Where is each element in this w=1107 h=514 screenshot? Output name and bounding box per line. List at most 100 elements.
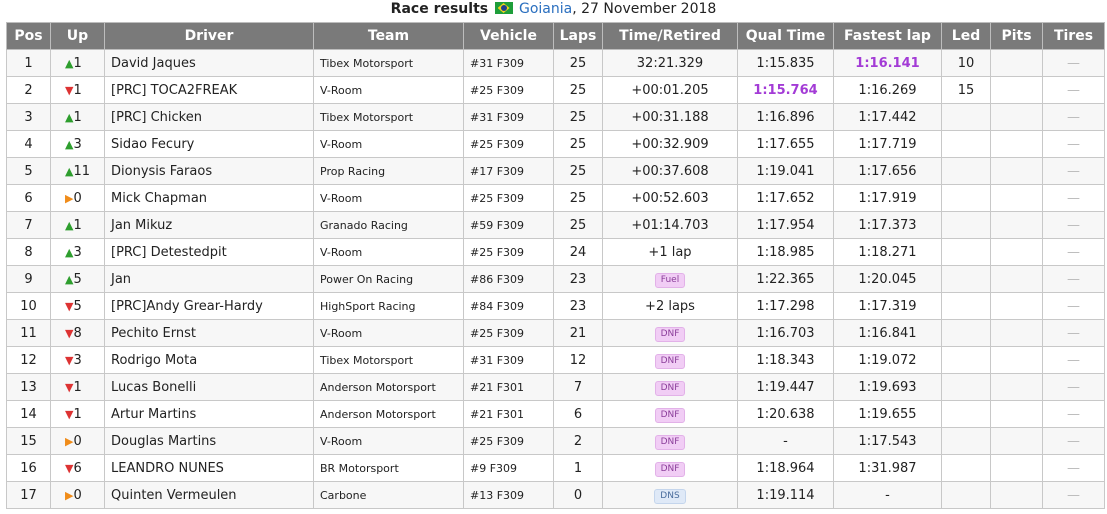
- team-cell[interactable]: V-Room: [313, 427, 464, 455]
- tires-cell: —: [1042, 157, 1105, 185]
- driver-cell[interactable]: [PRC] Chicken: [104, 103, 314, 131]
- team-cell[interactable]: Tibex Motorsport: [313, 103, 464, 131]
- table-row: 14 ▼1 Artur Martins Anderson Motorsport #21 …: [6, 400, 1105, 428]
- team-cell[interactable]: Granado Racing: [313, 211, 464, 239]
- qual-time-cell: 1:17.652: [737, 184, 834, 212]
- position-change-value: 5: [73, 271, 82, 287]
- driver-cell[interactable]: [PRC] Detestedpit: [104, 238, 314, 266]
- time-retired-cell: +00:32.909: [602, 130, 738, 158]
- city-link[interactable]: Goiania: [519, 1, 572, 17]
- position-cell: 1: [6, 49, 51, 77]
- driver-cell[interactable]: Mick Chapman: [104, 184, 314, 212]
- driver-cell[interactable]: Rodrigo Mota: [104, 346, 314, 374]
- qual-time-cell: 1:18.985: [737, 238, 834, 266]
- tires-cell: —: [1042, 184, 1105, 212]
- team-cell[interactable]: V-Room: [313, 238, 464, 266]
- vehicle-cell: #31 F309: [463, 346, 554, 374]
- driver-cell[interactable]: Pechito Ernst: [104, 319, 314, 347]
- driver-cell[interactable]: Douglas Martins: [104, 427, 314, 455]
- pits-cell: [990, 265, 1043, 293]
- header-driver[interactable]: Driver: [104, 22, 314, 50]
- led-cell: 15: [941, 76, 991, 104]
- table-row: 17 ▶0 Quinten Vermeulen Carbone #13 F309 0 DNS…: [6, 481, 1105, 509]
- header-team[interactable]: Team: [313, 22, 464, 50]
- team-cell[interactable]: Prop Racing: [313, 157, 464, 185]
- laps-cell: 23: [553, 292, 603, 320]
- tires-cell: —: [1042, 49, 1105, 77]
- led-cell: [941, 130, 991, 158]
- driver-cell[interactable]: Jan: [104, 265, 314, 293]
- pits-cell: [990, 76, 1043, 104]
- pits-cell: [990, 184, 1043, 212]
- driver-cell[interactable]: Artur Martins: [104, 400, 314, 428]
- position-change-value: 0: [73, 433, 82, 449]
- table-row: 6 ▶0 Mick Chapman V-Room #25 F309 25 +00:52.60…: [6, 184, 1105, 212]
- vehicle-cell: #13 F309: [463, 481, 554, 509]
- header-qual-time[interactable]: Qual Time: [737, 22, 834, 50]
- position-change-cell: ▲1: [50, 211, 105, 239]
- driver-cell[interactable]: Jan Mikuz: [104, 211, 314, 239]
- laps-cell: 25: [553, 211, 603, 239]
- position-cell: 15: [6, 427, 51, 455]
- time-retired-cell: +00:52.603: [602, 184, 738, 212]
- laps-cell: 25: [553, 76, 603, 104]
- team-cell[interactable]: HighSport Racing: [313, 292, 464, 320]
- driver-cell[interactable]: Lucas Bonelli: [104, 373, 314, 401]
- laps-cell: 1: [553, 454, 603, 482]
- position-change-cell: ▶0: [50, 481, 105, 509]
- vehicle-cell: #17 F309: [463, 157, 554, 185]
- team-cell[interactable]: BR Motorsport: [313, 454, 464, 482]
- team-cell[interactable]: Power On Racing: [313, 265, 464, 293]
- fastest-lap-cell: 1:17.919: [833, 184, 942, 212]
- driver-cell[interactable]: David Jaques: [104, 49, 314, 77]
- laps-cell: 25: [553, 130, 603, 158]
- status-badge: Fuel: [654, 272, 686, 288]
- position-cell: 6: [6, 184, 51, 212]
- vehicle-cell: #25 F309: [463, 130, 554, 158]
- pits-cell: [990, 346, 1043, 374]
- team-cell[interactable]: V-Room: [313, 76, 464, 104]
- fastest-lap-cell: 1:16.269: [833, 76, 942, 104]
- vehicle-cell: #25 F309: [463, 76, 554, 104]
- driver-cell[interactable]: LEANDRO NUNES: [104, 454, 314, 482]
- table-row: 9 ▲5 Jan Power On Racing #86 F309 23 Fuel 1:22.…: [6, 265, 1105, 293]
- position-change-value: 3: [73, 136, 82, 152]
- position-change-cell: ▲11: [50, 157, 105, 185]
- header-time-retired[interactable]: Time/Retired: [602, 22, 738, 50]
- driver-cell[interactable]: Quinten Vermeulen: [104, 481, 314, 509]
- header-vehicle[interactable]: Vehicle: [463, 22, 554, 50]
- vehicle-cell: #21 F301: [463, 373, 554, 401]
- position-change-cell: ▼5: [50, 292, 105, 320]
- laps-cell: 25: [553, 157, 603, 185]
- table-row: 11 ▼8 Pechito Ernst V-Room #25 F309 21 DNF 1:16…: [6, 319, 1105, 347]
- laps-cell: 25: [553, 49, 603, 77]
- header-up[interactable]: Up: [50, 22, 105, 50]
- header-laps[interactable]: Laps: [553, 22, 603, 50]
- time-retired-cell: DNS: [602, 481, 738, 509]
- team-cell[interactable]: Carbone: [313, 481, 464, 509]
- driver-cell[interactable]: [PRC] TOCA2FREAK: [104, 76, 314, 104]
- tires-cell: —: [1042, 319, 1105, 347]
- tires-cell: —: [1042, 373, 1105, 401]
- team-cell[interactable]: Anderson Motorsport: [313, 400, 464, 428]
- header-pits[interactable]: Pits: [990, 22, 1043, 50]
- race-results-table: Pos Up Driver Team Vehicle Laps Time/Ret…: [6, 22, 1105, 509]
- header-fastest-lap[interactable]: Fastest lap: [833, 22, 942, 50]
- header-tires[interactable]: Tires: [1042, 22, 1105, 50]
- results-body: 1 ▲1 David Jaques Tibex Motorsport #31 F309 2…: [6, 49, 1105, 509]
- team-cell[interactable]: V-Room: [313, 319, 464, 347]
- header-pos[interactable]: Pos: [6, 22, 51, 50]
- header-led[interactable]: Led: [941, 22, 991, 50]
- table-row: 15 ▶0 Douglas Martins V-Room #25 F309 2 DNF -1:…: [6, 427, 1105, 455]
- team-cell[interactable]: Tibex Motorsport: [313, 346, 464, 374]
- led-cell: [941, 346, 991, 374]
- position-cell: 17: [6, 481, 51, 509]
- driver-cell[interactable]: Dionysis Faraos: [104, 157, 314, 185]
- pits-cell: [990, 400, 1043, 428]
- team-cell[interactable]: V-Room: [313, 130, 464, 158]
- driver-cell[interactable]: [PRC]Andy Grear-Hardy: [104, 292, 314, 320]
- team-cell[interactable]: Tibex Motorsport: [313, 49, 464, 77]
- driver-cell[interactable]: Sidao Fecury: [104, 130, 314, 158]
- team-cell[interactable]: Anderson Motorsport: [313, 373, 464, 401]
- team-cell[interactable]: V-Room: [313, 184, 464, 212]
